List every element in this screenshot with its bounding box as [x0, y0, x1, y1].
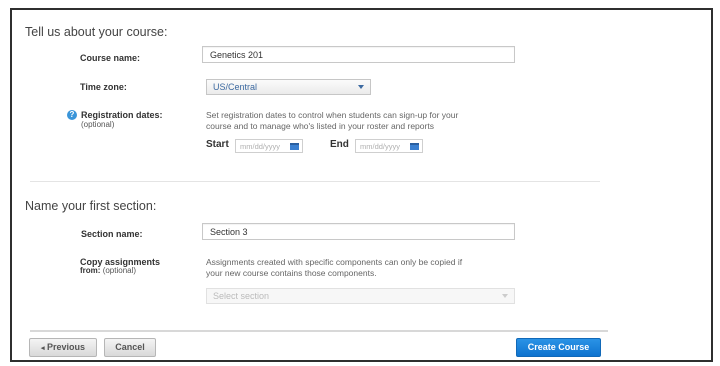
previous-label: Previous: [47, 342, 86, 352]
section-heading: Name your first section:: [25, 199, 157, 213]
chevron-left-icon: ◂: [40, 345, 45, 352]
copy-from-label: from: (optional): [80, 266, 136, 275]
end-date-input[interactable]: mm/dd/yyyy: [355, 139, 423, 153]
help-icon[interactable]: ?: [67, 110, 77, 120]
time-zone-label: Time zone:: [80, 82, 127, 92]
calendar-icon[interactable]: [290, 143, 299, 150]
footer-divider: [30, 330, 608, 332]
time-zone-value: US/Central: [213, 82, 258, 92]
start-label: Start: [206, 139, 229, 150]
chevron-down-icon: [502, 294, 508, 298]
time-zone-select[interactable]: US/Central: [206, 79, 371, 95]
end-date-placeholder: mm/dd/yyyy: [360, 142, 401, 151]
section-name-input[interactable]: Section 3: [202, 223, 515, 240]
registration-label: Registration dates:: [81, 110, 163, 120]
calendar-icon[interactable]: [410, 143, 419, 150]
select-section-dropdown[interactable]: Select section: [206, 288, 515, 304]
registration-help-line1: Set registration dates to control when s…: [206, 110, 459, 120]
copy-from-text: from:: [80, 266, 101, 275]
copy-optional: (optional): [102, 266, 137, 275]
section-divider: [30, 181, 600, 182]
section-name-label: Section name:: [81, 229, 143, 239]
end-label: End: [330, 139, 349, 150]
course-heading: Tell us about your course:: [25, 25, 168, 39]
select-section-value: Select section: [213, 291, 270, 301]
registration-help-line2: course and to manage who's listed in you…: [206, 121, 434, 131]
copy-help-line1: Assignments created with specific compon…: [206, 257, 463, 267]
copy-help-line2: your new course contains those component…: [206, 268, 377, 278]
course-name-input[interactable]: Genetics 201: [202, 46, 515, 63]
cancel-button[interactable]: Cancel: [104, 338, 156, 357]
start-date-placeholder: mm/dd/yyyy: [240, 142, 281, 151]
create-course-button[interactable]: Create Course: [516, 338, 601, 357]
start-date-input[interactable]: mm/dd/yyyy: [235, 139, 303, 153]
chevron-down-icon: [358, 85, 364, 89]
course-name-label: Course name:: [80, 53, 141, 63]
previous-button[interactable]: ◂ Previous: [29, 338, 97, 357]
registration-optional: (optional): [81, 120, 115, 129]
